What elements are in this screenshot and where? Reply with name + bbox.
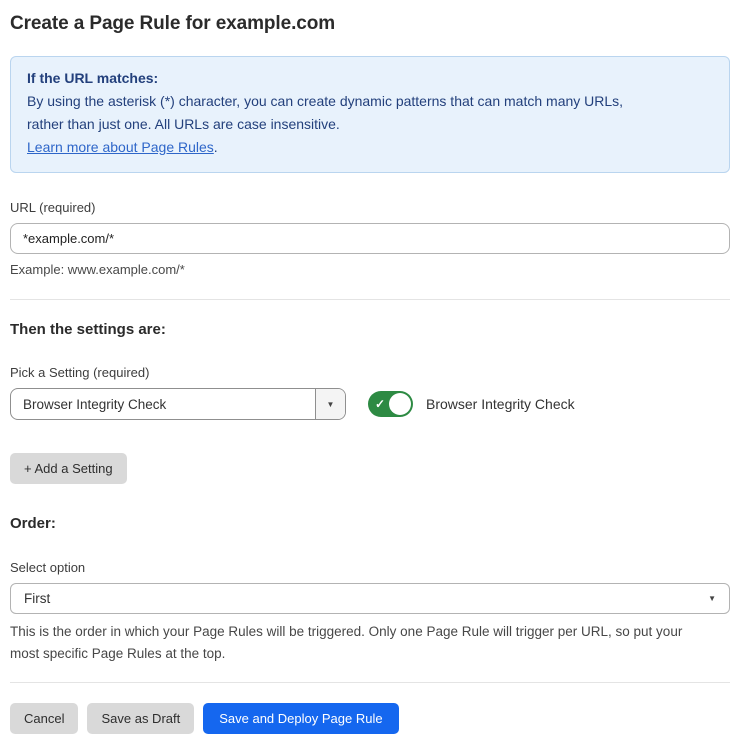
save-deploy-button[interactable]: Save and Deploy Page Rule: [203, 703, 398, 734]
order-select-label: Select option: [10, 560, 730, 575]
add-setting-button[interactable]: + Add a Setting: [10, 453, 127, 484]
url-input[interactable]: [10, 223, 730, 254]
setting-select-caret-button[interactable]: ▼: [315, 389, 345, 419]
save-draft-button[interactable]: Save as Draft: [87, 703, 194, 734]
check-icon: ✓: [375, 398, 385, 410]
info-box-heading: If the URL matches:: [27, 67, 713, 90]
divider: [10, 682, 730, 683]
divider: [10, 299, 730, 300]
setting-select-value: Browser Integrity Check: [11, 389, 315, 419]
info-box-body-line-1: By using the asterisk (*) character, you…: [27, 90, 713, 113]
footer-actions: Cancel Save as Draft Save and Deploy Pag…: [10, 703, 730, 734]
caret-down-icon: ▼: [327, 400, 335, 409]
order-select-value: First: [24, 591, 50, 606]
order-helper-line-1: This is the order in which your Page Rul…: [10, 621, 730, 643]
setting-select[interactable]: Browser Integrity Check ▼: [10, 388, 346, 420]
settings-section-heading: Then the settings are:: [10, 321, 730, 338]
info-box-body-line-2: rather than just one. All URLs are case …: [27, 113, 713, 136]
url-field-label: URL (required): [10, 200, 730, 215]
browser-integrity-toggle[interactable]: ✓: [368, 391, 413, 417]
url-match-info-box: If the URL matches: By using the asteris…: [10, 56, 730, 173]
toggle-knob: [389, 393, 411, 415]
url-helper-text: Example: www.example.com/*: [10, 262, 730, 277]
caret-down-icon: ▼: [708, 594, 716, 603]
info-box-link-line: Learn more about Page Rules.: [27, 136, 713, 159]
cancel-button[interactable]: Cancel: [10, 703, 78, 734]
link-suffix: .: [214, 139, 218, 155]
order-select[interactable]: First ▼: [10, 583, 730, 614]
page-rule-form: Create a Page Rule for example.com If th…: [0, 0, 750, 734]
order-helper-text: This is the order in which your Page Rul…: [10, 621, 730, 665]
toggle-label: Browser Integrity Check: [426, 396, 575, 412]
learn-more-link[interactable]: Learn more about Page Rules: [27, 139, 214, 155]
pick-setting-label: Pick a Setting (required): [10, 365, 730, 380]
order-section-heading: Order:: [10, 515, 730, 532]
page-title: Create a Page Rule for example.com: [10, 13, 730, 35]
order-helper-line-2: most specific Page Rules at the top.: [10, 643, 730, 665]
setting-row: Browser Integrity Check ▼ ✓ Browser Inte…: [10, 388, 730, 420]
